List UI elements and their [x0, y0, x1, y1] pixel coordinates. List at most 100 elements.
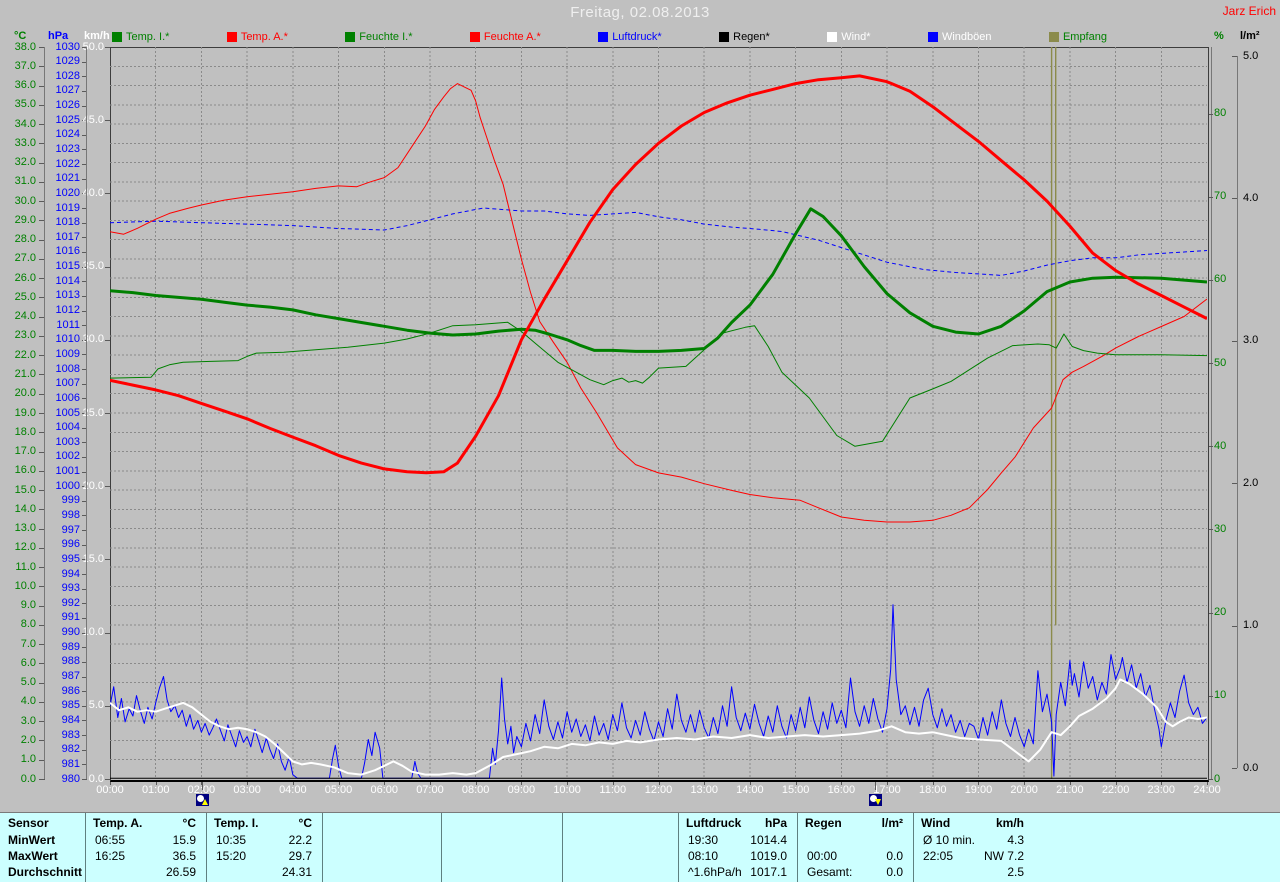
y-axis-label-hpa: 1006 — [48, 393, 80, 404]
table-row-label: Durchschnitt — [8, 866, 82, 879]
y-axis-label-celsius: 17.0 — [6, 446, 36, 457]
table-value-luftdruck: 1014.4 — [678, 834, 787, 847]
y-axis-label-celsius: 31.0 — [6, 176, 36, 187]
y-axis-label-hpa: 1026 — [48, 100, 80, 111]
y-axis-label-celsius: 10.0 — [6, 581, 36, 592]
y-axis-label-percent: 60 — [1214, 274, 1238, 285]
y-axis-label-hpa: 993 — [48, 583, 80, 594]
x-axis-label: 08:00 — [455, 784, 497, 796]
y-axis-label-celsius: 23.0 — [6, 330, 36, 341]
percent-axis-unit: % — [1214, 30, 1224, 42]
y-axis-label-hpa: 1008 — [48, 364, 80, 375]
y-axis-label-percent: 70 — [1214, 191, 1238, 202]
x-axis-label: 04:00 — [272, 784, 314, 796]
liters-axis-unit: l/m² — [1240, 30, 1260, 42]
legend-item-tempi[interactable]: Temp. I.* — [112, 31, 169, 43]
x-axis-label: 19:00 — [957, 784, 999, 796]
y-axis-label-kmh: 30.0 — [74, 334, 104, 345]
x-axis-label: 20:00 — [1003, 784, 1045, 796]
y-axis-label-celsius: 20.0 — [6, 388, 36, 399]
legend-item-regen[interactable]: Regen* — [719, 31, 770, 43]
y-axis-label-hpa: 1016 — [48, 246, 80, 257]
y-axis-label-hpa: 1028 — [48, 71, 80, 82]
table-value-temp_a: 15.9 — [85, 834, 196, 847]
y-axis-label-hpa: 1024 — [48, 129, 80, 140]
y-axis-label-celsius: 24.0 — [6, 311, 36, 322]
x-axis-label: 10:00 — [546, 784, 588, 796]
y-axis-label-hpa: 988 — [48, 656, 80, 667]
legend-label: Luftdruck* — [612, 31, 662, 43]
y-axis-label-celsius: 29.0 — [6, 215, 36, 226]
y-axis-label-kmh: 35.0 — [74, 261, 104, 272]
y-axis-label-celsius: 19.0 — [6, 408, 36, 419]
x-axis-label: 24:00 — [1186, 784, 1228, 796]
y-axis-label-celsius: 11.0 — [6, 562, 36, 573]
y-axis-label-hpa: 996 — [48, 539, 80, 550]
y-axis-label-hpa: 1014 — [48, 276, 80, 287]
x-axis-label: 21:00 — [1049, 784, 1091, 796]
legend-item-wind[interactable]: Wind* — [827, 31, 870, 43]
y-axis-label-celsius: 3.0 — [6, 716, 36, 727]
legend-label: Temp. I.* — [126, 31, 169, 43]
y-axis-label-celsius: 22.0 — [6, 350, 36, 361]
moon-set-icon — [869, 794, 882, 806]
y-axis-label-celsius: 38.0 — [6, 42, 36, 53]
y-axis-label-celsius: 18.0 — [6, 427, 36, 438]
table-column-divider — [441, 813, 442, 882]
y-axis-label-percent: 30 — [1214, 524, 1238, 535]
legend-item-tempa[interactable]: Temp. A.* — [227, 31, 288, 43]
x-axis-label: 09:00 — [500, 784, 542, 796]
moon-rise-icon — [196, 794, 209, 806]
table-value-regen: 0.0 — [797, 850, 903, 863]
legend-label: Regen* — [733, 31, 770, 43]
legend-swatch-icon — [112, 32, 122, 42]
y-axis-label-celsius: 25.0 — [6, 292, 36, 303]
table-row-label: MaxWert — [8, 850, 58, 863]
y-axis-label-hpa: 981 — [48, 759, 80, 770]
y-axis-label-kmh: 5.0 — [74, 700, 104, 711]
legend-label: Feuchte I.* — [359, 31, 412, 43]
y-axis-label-kmh: 20.0 — [74, 481, 104, 492]
page-title: Freitag, 02.08.2013 — [0, 4, 1280, 21]
y-axis-label-lm2: 5.0 — [1243, 51, 1273, 62]
legend: Temp. I.* Temp. A.* Feuchte I.* Feuchte A.*… — [112, 30, 1107, 44]
y-axis-label-celsius: 27.0 — [6, 253, 36, 264]
x-axis-label: 18:00 — [912, 784, 954, 796]
y-axis-label-celsius: 14.0 — [6, 504, 36, 515]
legend-swatch-icon — [470, 32, 480, 42]
legend-label: Empfang — [1063, 31, 1107, 43]
watermark-author: Jarz Erich — [1223, 4, 1276, 18]
legend-item-feuchtei[interactable]: Feuchte I.* — [345, 31, 412, 43]
y-axis-label-celsius: 8.0 — [6, 619, 36, 630]
table-row-label: MinWert — [8, 834, 55, 847]
x-axis-label: 00:00 — [89, 784, 131, 796]
y-axis-label-lm2: 0.0 — [1243, 763, 1273, 774]
legend-item-empfang[interactable]: Empfang — [1049, 31, 1107, 43]
y-axis-label-kmh: 40.0 — [74, 188, 104, 199]
table-unit-regen: l/m² — [797, 817, 903, 830]
x-axis-label: 23:00 — [1140, 784, 1182, 796]
y-axis-label-celsius: 28.0 — [6, 234, 36, 245]
x-axis-label: 12:00 — [638, 784, 680, 796]
lm2-axis-line — [1237, 56, 1238, 768]
legend-label: Feuchte A.* — [484, 31, 541, 43]
table-value-temp_i: 29.7 — [206, 850, 312, 863]
y-axis-label-celsius: 32.0 — [6, 157, 36, 168]
y-axis-label-celsius: 13.0 — [6, 523, 36, 534]
table-value-luftdruck: 1017.1 — [678, 866, 787, 879]
legend-item-feuchtea[interactable]: Feuchte A.* — [470, 31, 541, 43]
legend-item-luftdruck[interactable]: Luftdruck* — [598, 31, 662, 43]
legend-swatch-icon — [345, 32, 355, 42]
table-column-divider — [322, 813, 323, 882]
table-value-wind: NW 7.2 — [913, 850, 1024, 863]
y-axis-label-kmh: 50.0 — [74, 42, 104, 53]
legend-item-windben[interactable]: Windböen — [928, 31, 992, 43]
y-axis-label-hpa: 986 — [48, 686, 80, 697]
legend-swatch-icon — [1049, 32, 1059, 42]
table-unit-temp_i: °C — [206, 817, 312, 830]
y-axis-tick-lm2 — [1232, 198, 1237, 199]
legend-label: Temp. A.* — [241, 31, 288, 43]
table-value-wind: 4.3 — [913, 834, 1024, 847]
y-axis-tick-lm2 — [1232, 483, 1237, 484]
table-value-regen: 0.0 — [797, 866, 903, 879]
